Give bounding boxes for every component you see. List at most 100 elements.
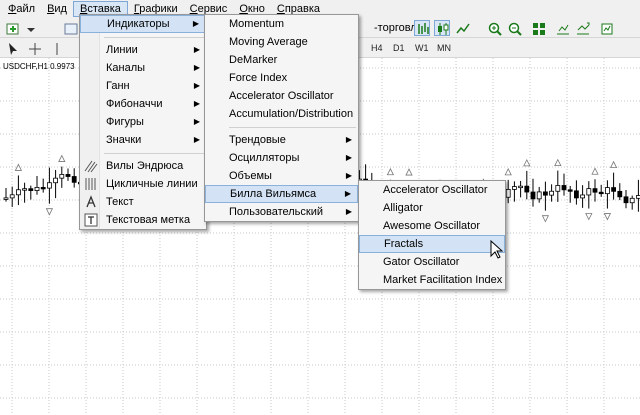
menu-item-shapes[interactable]: Фигуры ▶ (80, 113, 206, 131)
candle-body (561, 185, 567, 191)
menu-item-gann[interactable]: Ганн ▶ (80, 77, 206, 95)
menu-item-label: DeMarker (229, 54, 278, 66)
candle-body (59, 174, 65, 179)
timeframe-d1[interactable]: D1 (390, 40, 408, 56)
crosshair-icon[interactable] (26, 40, 42, 56)
submenu-arrow-icon: ▶ (193, 99, 200, 108)
menu-item-indicators[interactable]: Индикаторы ▶ (80, 15, 206, 33)
candle-body (34, 186, 40, 191)
menu-item-label: Билла Вильямса (230, 188, 317, 200)
menu-item-fibonacci[interactable]: Фибоначчи ▶ (80, 95, 206, 113)
menu-item-force-index[interactable]: Force Index (205, 69, 358, 87)
menu-item-lines[interactable]: Линии ▶ (80, 41, 206, 59)
zoom-out-icon[interactable] (506, 20, 522, 36)
candle-body (518, 185, 523, 189)
menu-item-label: Фибоначчи (106, 98, 163, 110)
fractal-up-icon (58, 154, 66, 162)
menu-item-accumulation-distribution[interactable]: Accumulation/Distribution (205, 105, 358, 123)
dropdown-arrow-icon[interactable] (22, 20, 38, 36)
tile-windows-icon[interactable] (530, 20, 546, 36)
candle-body (512, 186, 517, 190)
submenu-arrow-icon: ▶ (345, 171, 352, 180)
menu-item-label: Текст (106, 196, 134, 208)
candle-body (536, 191, 542, 200)
zoom-in-icon[interactable] (486, 20, 502, 36)
profiles-icon[interactable] (62, 20, 78, 36)
indicators-icon[interactable] (598, 20, 614, 36)
bar-chart-icon[interactable] (414, 20, 430, 36)
menu-item-moving-average[interactable]: Moving Average (205, 33, 358, 51)
menu-item-label: Осцилляторы (229, 152, 300, 164)
menu-item-label: Alligator (383, 202, 423, 214)
menu-item-label: Линии (106, 44, 138, 56)
candle-body (592, 188, 598, 193)
fractal-down-icon (585, 213, 593, 221)
timeframe-mn[interactable]: MN (434, 40, 454, 56)
submenu-arrow-icon: ▶ (193, 135, 200, 144)
menu-item-momentum[interactable]: Momentum (205, 15, 358, 33)
menu-view-label: ид (54, 3, 67, 15)
menu-item-custom[interactable]: Пользовательский ▶ (205, 203, 358, 221)
menu-item-label: Force Index (229, 72, 288, 84)
menu-file-label: айл (16, 3, 36, 15)
line-chart-icon[interactable] (454, 20, 470, 36)
menu-item-channels[interactable]: Каналы ▶ (80, 59, 206, 77)
bill-williams-submenu: Accelerator Oscillator Alligator Awesome… (358, 180, 506, 290)
menu-item-demarker[interactable]: DeMarker (205, 51, 358, 69)
menu-item-label: Значки (106, 134, 142, 146)
menu-view[interactable]: Вид (41, 1, 73, 17)
menu-item-oscillators[interactable]: Осцилляторы ▶ (205, 149, 358, 167)
candle-body (524, 185, 530, 193)
candle-body (617, 190, 623, 198)
menu-item-label: Moving Average (229, 36, 308, 48)
submenu-arrow-icon: ▶ (193, 45, 200, 54)
menu-item-alligator[interactable]: Alligator (359, 199, 505, 217)
timeframe-h4[interactable]: H4 (368, 40, 386, 56)
menu-item-arrows[interactable]: Значки ▶ (80, 131, 206, 149)
fractal-up-icon (554, 158, 562, 166)
fractal-down-icon (45, 208, 54, 216)
menu-item-text[interactable]: Текст (80, 193, 206, 211)
candle-body (567, 189, 573, 192)
submenu-arrow-icon: ▶ (193, 63, 200, 72)
insert-menu: Индикаторы ▶ Линии ▶ Каналы ▶ Ганн ▶ Фибонач… (79, 14, 207, 230)
chart-shift-icon[interactable] (554, 20, 570, 36)
candlestick-chart-icon[interactable] (434, 20, 450, 36)
candle-body (580, 194, 585, 199)
menu-item-awesome-oscillator[interactable]: Awesome Oscillator (359, 217, 505, 235)
menu-item-trend[interactable]: Трендовые ▶ (205, 131, 358, 149)
submenu-arrow-icon: ▶ (193, 117, 200, 126)
menu-item-volumes[interactable]: Объемы ▶ (205, 167, 358, 185)
timeframe-w1[interactable]: W1 (412, 40, 432, 56)
menu-item-text-label[interactable]: Текстовая метка (80, 211, 206, 229)
menu-file[interactable]: Файл (2, 1, 41, 17)
menu-item-label: Цикличные линии (106, 178, 198, 190)
candle-body (28, 188, 34, 191)
fractal-up-icon (523, 158, 531, 167)
menu-item-bill-williams[interactable]: Билла Вильямса ▶ (205, 185, 358, 203)
menu-separator (205, 123, 358, 131)
menu-item-gator-oscillator[interactable]: Gator Oscillator (359, 253, 505, 271)
auto-scroll-icon[interactable] (574, 20, 590, 36)
menu-item-label: Gator Oscillator (383, 256, 460, 268)
vertical-line-icon[interactable] (48, 40, 64, 56)
menu-item-accelerator-oscillator[interactable]: Accelerator Oscillator (205, 87, 358, 105)
menu-item-andrews-pitchfork[interactable]: Вилы Эндрюса (80, 157, 206, 175)
menu-item-fractals[interactable]: Fractals (359, 235, 505, 253)
candle-body (15, 189, 21, 196)
menu-item-label: Трендовые (229, 134, 286, 146)
menu-item-label: Вилы Эндрюса (106, 160, 184, 172)
cursor-icon[interactable] (4, 40, 20, 56)
candle-body (505, 188, 511, 198)
menu-item-cycle-lines[interactable]: Цикличные линии (80, 175, 206, 193)
candle-body (530, 191, 536, 200)
candle-body (574, 190, 579, 199)
mouse-pointer-icon (490, 240, 504, 259)
new-chart-icon[interactable] (4, 20, 20, 36)
candle-body (549, 190, 554, 196)
menu-item-accelerator-oscillator[interactable]: Accelerator Oscillator (359, 181, 505, 199)
candle-body (47, 182, 52, 189)
submenu-arrow-icon: ▶ (193, 81, 200, 90)
menu-item-market-facilitation-index[interactable]: Market Facilitation Index (359, 271, 505, 289)
menu-item-label: Momentum (229, 18, 285, 30)
